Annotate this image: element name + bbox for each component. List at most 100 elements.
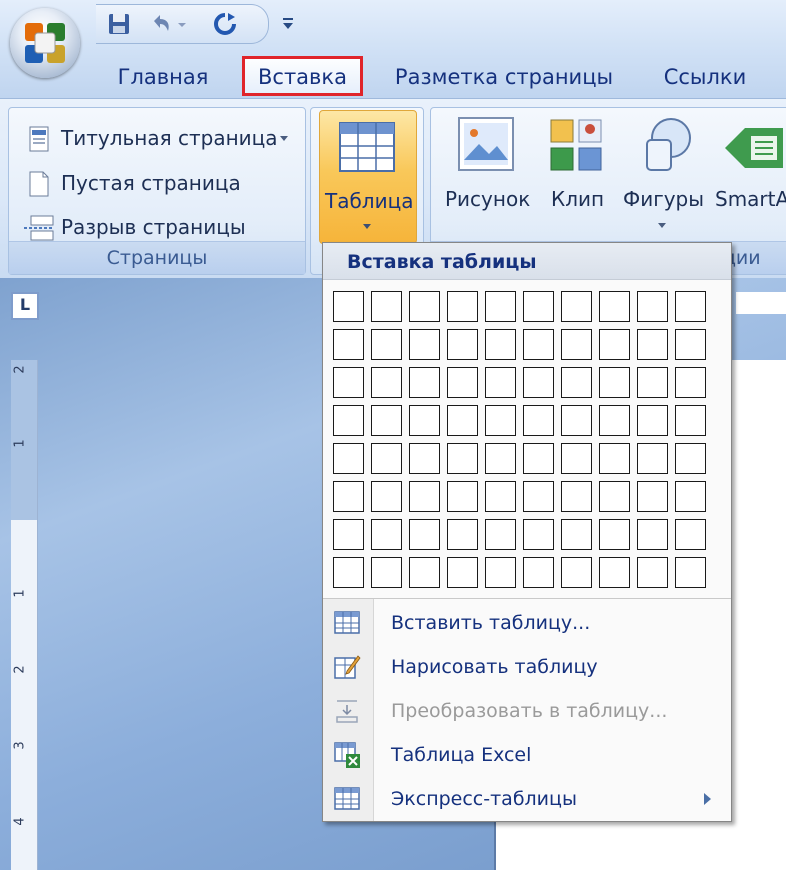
grid-cell[interactable] bbox=[599, 291, 630, 322]
redo-icon[interactable] bbox=[212, 11, 238, 37]
blank-page-button[interactable]: Пустая страница bbox=[61, 171, 241, 195]
tab-page-layout[interactable]: Разметка страницы bbox=[388, 56, 620, 98]
grid-cell[interactable] bbox=[675, 329, 706, 360]
grid-cell[interactable] bbox=[333, 367, 364, 398]
grid-cell[interactable] bbox=[447, 519, 478, 550]
grid-cell[interactable] bbox=[409, 481, 440, 512]
tab-selector[interactable]: L bbox=[11, 292, 39, 320]
insert-table-item[interactable]: Вставить таблицу... bbox=[323, 601, 731, 645]
grid-cell[interactable] bbox=[333, 481, 364, 512]
grid-cell[interactable] bbox=[371, 405, 402, 436]
grid-cell[interactable] bbox=[485, 367, 516, 398]
tab-home[interactable]: Главная bbox=[108, 56, 218, 98]
grid-cell[interactable] bbox=[561, 367, 592, 398]
grid-cell[interactable] bbox=[485, 291, 516, 322]
picture-button[interactable]: Рисунок bbox=[445, 187, 530, 211]
quick-tables-item[interactable]: Экспресс-таблицы bbox=[323, 777, 731, 821]
grid-cell[interactable] bbox=[637, 405, 668, 436]
grid-cell[interactable] bbox=[409, 519, 440, 550]
grid-cell[interactable] bbox=[447, 557, 478, 588]
shapes-dropdown-icon[interactable] bbox=[657, 222, 667, 230]
grid-cell[interactable] bbox=[371, 367, 402, 398]
grid-cell[interactable] bbox=[675, 481, 706, 512]
page-break-button[interactable]: Разрыв страницы bbox=[61, 215, 246, 239]
grid-cell[interactable] bbox=[447, 443, 478, 474]
undo-dropdown-icon[interactable] bbox=[176, 11, 188, 37]
grid-cell[interactable] bbox=[447, 405, 478, 436]
grid-cell[interactable] bbox=[561, 329, 592, 360]
draw-table-item[interactable]: Нарисовать таблицу bbox=[323, 645, 731, 689]
grid-cell[interactable] bbox=[409, 291, 440, 322]
grid-cell[interactable] bbox=[333, 557, 364, 588]
grid-cell[interactable] bbox=[637, 481, 668, 512]
grid-cell[interactable] bbox=[561, 481, 592, 512]
grid-cell[interactable] bbox=[447, 481, 478, 512]
grid-cell[interactable] bbox=[675, 291, 706, 322]
grid-cell[interactable] bbox=[675, 557, 706, 588]
grid-cell[interactable] bbox=[523, 443, 554, 474]
grid-cell[interactable] bbox=[371, 519, 402, 550]
grid-cell[interactable] bbox=[561, 405, 592, 436]
grid-cell[interactable] bbox=[637, 443, 668, 474]
grid-cell[interactable] bbox=[561, 557, 592, 588]
grid-cell[interactable] bbox=[485, 481, 516, 512]
grid-cell[interactable] bbox=[523, 291, 554, 322]
grid-cell[interactable] bbox=[371, 557, 402, 588]
grid-cell[interactable] bbox=[599, 405, 630, 436]
grid-cell[interactable] bbox=[523, 481, 554, 512]
grid-cell[interactable] bbox=[333, 329, 364, 360]
grid-cell[interactable] bbox=[485, 557, 516, 588]
grid-cell[interactable] bbox=[637, 329, 668, 360]
grid-cell[interactable] bbox=[485, 329, 516, 360]
grid-cell[interactable] bbox=[599, 329, 630, 360]
grid-cell[interactable] bbox=[675, 405, 706, 436]
grid-cell[interactable] bbox=[333, 443, 364, 474]
grid-cell[interactable] bbox=[333, 519, 364, 550]
grid-cell[interactable] bbox=[599, 557, 630, 588]
grid-cell[interactable] bbox=[409, 405, 440, 436]
grid-cell[interactable] bbox=[485, 443, 516, 474]
save-icon[interactable] bbox=[106, 11, 132, 37]
grid-cell[interactable] bbox=[523, 367, 554, 398]
grid-cell[interactable] bbox=[409, 443, 440, 474]
shapes-button[interactable]: Фигуры bbox=[623, 187, 704, 211]
grid-cell[interactable] bbox=[599, 481, 630, 512]
grid-cell[interactable] bbox=[637, 367, 668, 398]
excel-table-item[interactable]: Таблица Excel bbox=[323, 733, 731, 777]
grid-cell[interactable] bbox=[561, 519, 592, 550]
cover-page-button[interactable]: Титульная страница bbox=[61, 126, 278, 150]
grid-cell[interactable] bbox=[371, 329, 402, 360]
grid-cell[interactable] bbox=[675, 519, 706, 550]
grid-cell[interactable] bbox=[637, 557, 668, 588]
grid-cell[interactable] bbox=[333, 291, 364, 322]
grid-cell[interactable] bbox=[523, 519, 554, 550]
smartart-button[interactable]: SmartA bbox=[715, 187, 786, 211]
grid-cell[interactable] bbox=[371, 481, 402, 512]
grid-cell[interactable] bbox=[485, 405, 516, 436]
clip-art-button[interactable]: Клип bbox=[551, 187, 604, 211]
grid-cell[interactable] bbox=[599, 519, 630, 550]
grid-cell[interactable] bbox=[637, 291, 668, 322]
grid-cell[interactable] bbox=[409, 367, 440, 398]
grid-cell[interactable] bbox=[333, 405, 364, 436]
horizontal-ruler[interactable] bbox=[736, 292, 786, 314]
grid-cell[interactable] bbox=[561, 443, 592, 474]
grid-cell[interactable] bbox=[523, 405, 554, 436]
grid-cell[interactable] bbox=[523, 329, 554, 360]
grid-cell[interactable] bbox=[409, 557, 440, 588]
undo-icon[interactable] bbox=[148, 11, 174, 37]
grid-cell[interactable] bbox=[561, 291, 592, 322]
table-button[interactable]: Таблица bbox=[319, 110, 417, 244]
grid-cell[interactable] bbox=[447, 329, 478, 360]
tab-references[interactable]: Ссылки bbox=[655, 56, 755, 98]
grid-cell[interactable] bbox=[447, 367, 478, 398]
grid-cell[interactable] bbox=[409, 329, 440, 360]
grid-cell[interactable] bbox=[675, 367, 706, 398]
tab-insert[interactable]: Вставка bbox=[242, 56, 363, 96]
grid-cell[interactable] bbox=[637, 519, 668, 550]
grid-cell[interactable] bbox=[447, 291, 478, 322]
convert-to-table-item[interactable]: Преобразовать в таблицу... bbox=[323, 689, 731, 733]
grid-cell[interactable] bbox=[599, 443, 630, 474]
grid-cell[interactable] bbox=[675, 443, 706, 474]
grid-cell[interactable] bbox=[523, 557, 554, 588]
